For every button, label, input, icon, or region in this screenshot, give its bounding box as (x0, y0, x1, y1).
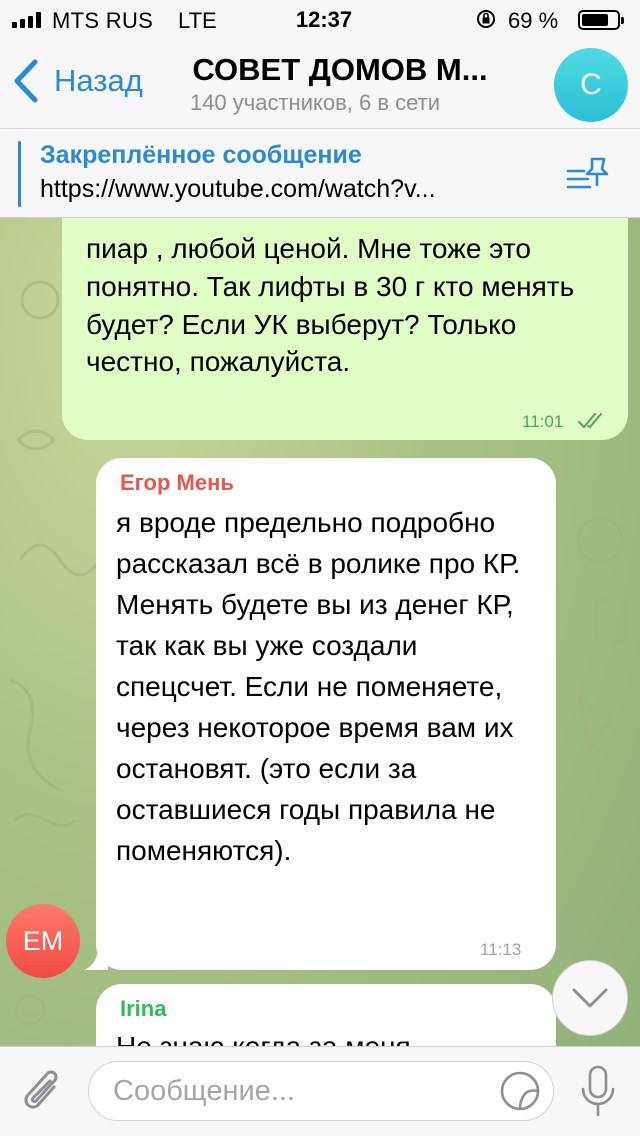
battery-icon (578, 10, 624, 30)
message-input[interactable] (88, 1061, 554, 1121)
message-bubble-outgoing[interactable]: пиар , любой ценой. Мне тоже это понятно… (62, 190, 628, 440)
chat-header: Назад СОВЕТ ДОМОВ М... 140 участников, 6… (0, 40, 640, 128)
pinned-title: Закреплённое сообщение (40, 141, 362, 169)
chat-title[interactable]: СОВЕТ ДОМОВ М... (160, 52, 520, 88)
scroll-to-bottom-button[interactable] (552, 960, 628, 1036)
sender-avatar[interactable]: ЕМ (6, 904, 80, 978)
pinned-text: https://www.youtube.com/watch?v... (40, 175, 436, 203)
battery-percent: 69 % (508, 8, 559, 33)
chevron-left-icon (14, 59, 38, 103)
message-time: 11:01 (522, 412, 564, 431)
bubble-tail (84, 946, 108, 970)
pinned-message-bar[interactable]: Закреплённое сообщение https://www.youtu… (0, 128, 640, 218)
pinned-accent-line (18, 141, 21, 207)
chat-participants-status: 140 участников, 6 в сети (189, 90, 441, 115)
pinned-list-icon[interactable] (566, 155, 610, 193)
message-bubble-incoming[interactable]: Егор Мень я вроде предельно подробно рас… (84, 458, 556, 970)
paperclip-icon[interactable] (20, 1065, 66, 1119)
message-time: 11:13 (480, 940, 522, 959)
sender-name[interactable]: Егор Мень (120, 470, 234, 496)
back-button[interactable]: Назад (12, 58, 143, 104)
sender-name[interactable]: Irina (120, 996, 166, 1022)
back-label: Назад (54, 63, 143, 98)
message-composer (0, 1046, 640, 1136)
double-check-icon (578, 413, 602, 429)
sticker-icon[interactable] (498, 1069, 542, 1113)
message-text: я вроде предельно подробно рассказал всё… (116, 507, 521, 866)
microphone-icon[interactable] (578, 1063, 618, 1121)
status-bar: MTS RUS LTE 12:37 69 % (0, 0, 640, 40)
message-text: пиар , любой ценой. Мне тоже это понятно… (86, 233, 575, 378)
chevron-down-icon (572, 988, 608, 1008)
chat-avatar[interactable]: С (554, 48, 628, 122)
orientation-lock-icon (477, 10, 495, 28)
